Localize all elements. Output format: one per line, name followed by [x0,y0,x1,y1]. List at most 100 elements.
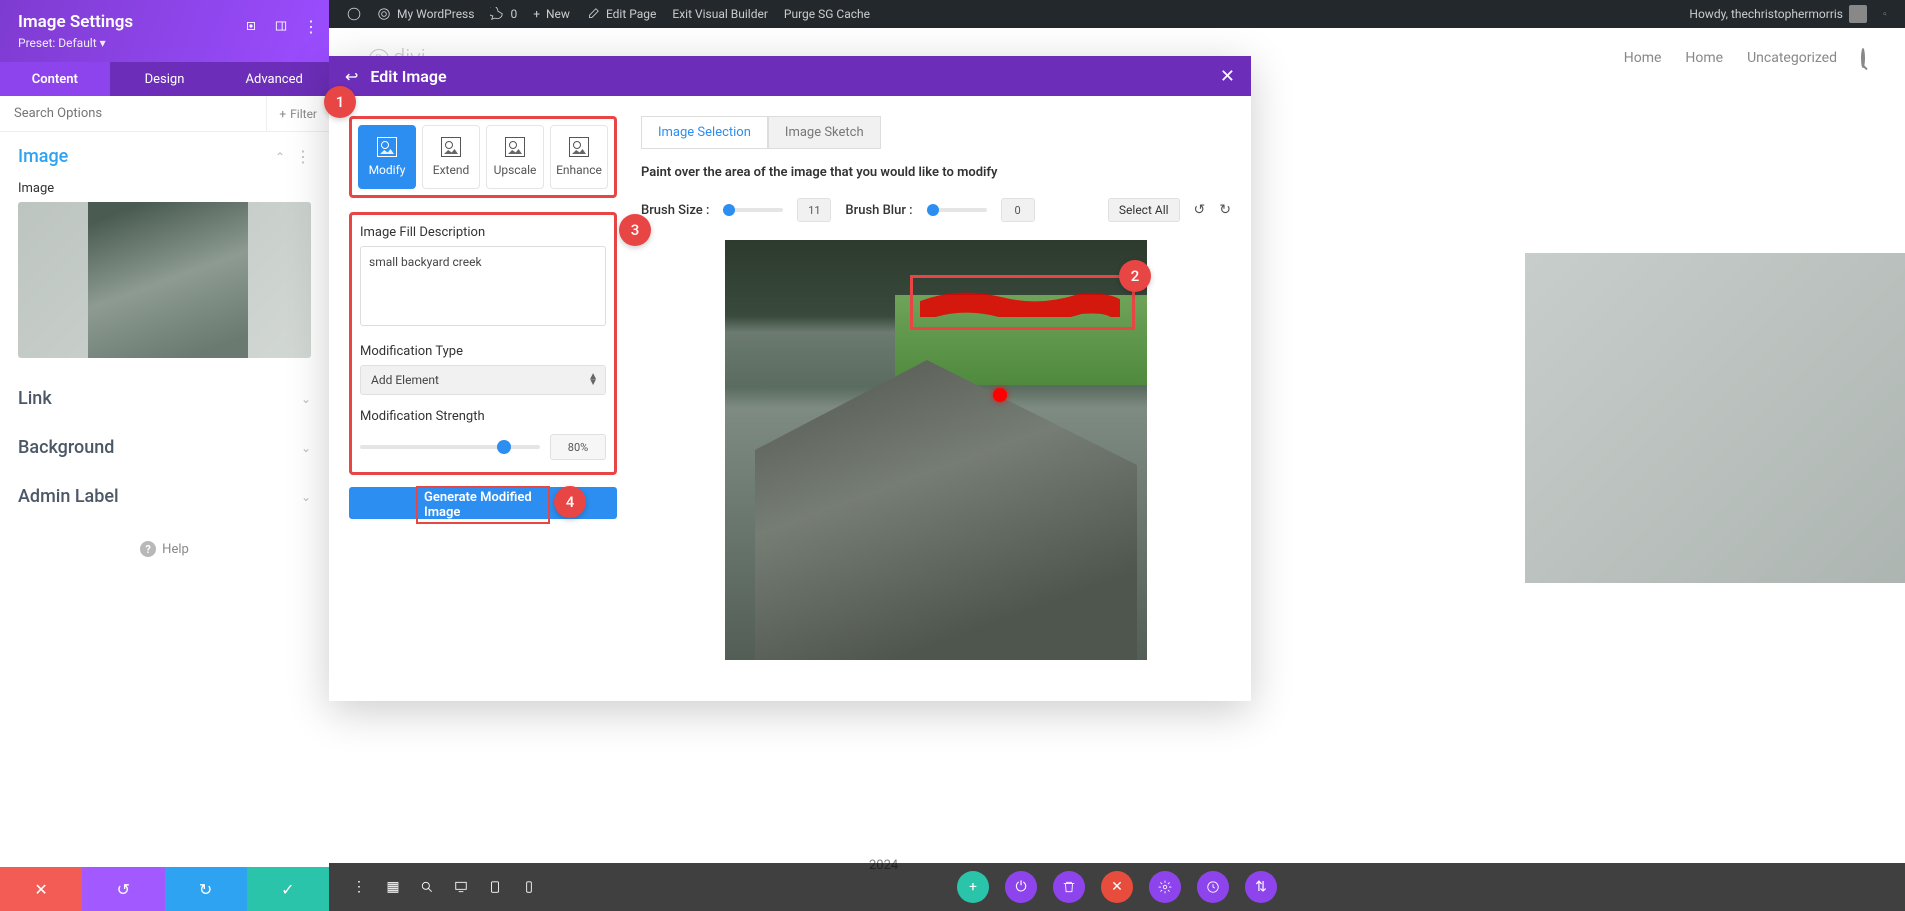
redo-icon[interactable]: ↻ [1219,202,1231,218]
sidebar-preset[interactable]: Preset: Default ▾ [18,36,311,50]
back-icon[interactable]: ↩ [345,67,358,86]
sidebar-footer: ✕ ↺ ↻ ✓ [0,867,329,911]
modal-title: Edit Image [370,67,446,86]
save-button[interactable]: ✓ [247,867,329,911]
exit-builder-label: Exit Visual Builder [672,7,768,21]
tab-advanced[interactable]: Advanced [219,62,329,96]
bb-trash-button[interactable] [1053,871,1085,903]
builder-bottom-bar: ⋮ ▦ + ⏻ ✕ ⇅ [329,863,1905,911]
image-thumbnail[interactable] [18,202,311,358]
brush-size-value: 11 [797,198,831,222]
background-image [1525,253,1905,583]
fill-description-input[interactable]: small backyard creek [360,246,606,326]
upscale-icon [505,137,525,157]
nav-search-icon[interactable] [1861,50,1865,66]
tab-image-selection[interactable]: Image Selection [641,116,768,149]
site-name-label: My WordPress [397,7,474,21]
site-name[interactable]: My WordPress [369,7,482,21]
bb-zoom-icon[interactable] [417,877,437,897]
enhance-icon [569,137,589,157]
callout-2: 2 [1119,260,1151,292]
mode-modify[interactable]: Modify [358,125,416,189]
select-all-button[interactable]: Select All [1108,198,1180,222]
bb-add-button[interactable]: + [957,871,989,903]
tab-content[interactable]: Content [0,62,110,96]
brush-blur-slider[interactable] [927,208,987,212]
edit-image-modal: ↩ Edit Image ✕ Modify Extend Upscale Enh… [329,56,1251,701]
help-link[interactable]: ? Help [0,521,329,577]
bb-grid-icon[interactable]: ▦ [383,877,403,897]
section-background[interactable]: Background ⌄ [0,423,329,472]
section-admin-label-title: Admin Label [18,486,119,507]
filter-button[interactable]: +Filter [266,96,329,131]
strength-value: 80% [550,434,606,460]
fill-description-label: Image Fill Description [360,225,606,240]
tab-design[interactable]: Design [110,62,220,96]
plus-icon: + [533,7,540,21]
sidebar-tabs: Content Design Advanced [0,62,329,96]
brush-blur-value: 0 [1001,198,1035,222]
bb-close-button[interactable]: ✕ [1101,871,1133,903]
mode-upscale[interactable]: Upscale [486,125,544,189]
image-canvas[interactable] [725,240,1147,660]
exit-builder-link[interactable]: Exit Visual Builder [664,7,776,21]
comments-link[interactable]: 0 [482,7,525,21]
brush-size-thumb[interactable] [723,204,735,216]
undo-button[interactable]: ↺ [82,867,164,911]
bb-phone-icon[interactable] [519,877,539,897]
section-image-header[interactable]: Image ⌃⋮ [0,132,329,181]
section-link-title: Link [18,388,52,409]
nav-uncategorized[interactable]: Uncategorized [1747,50,1837,66]
settings-sidebar: Image Settings Preset: Default ▾ ⋮ Conte… [0,0,329,911]
edit-page-link[interactable]: Edit Page [578,7,664,21]
bb-desktop-icon[interactable] [451,877,471,897]
close-icon[interactable]: ✕ [1220,66,1235,87]
fullscreen-icon[interactable] [243,18,259,34]
slider-thumb[interactable] [497,440,511,454]
purge-label: Purge SG Cache [784,7,870,21]
chevron-up-icon: ⌃ [275,150,285,164]
brush-size-label: Brush Size : [641,203,709,218]
mode-modify-label: Modify [369,163,406,177]
mode-enhance[interactable]: Enhance [550,125,608,189]
help-label: Help [162,542,189,557]
bb-history-button[interactable] [1197,871,1229,903]
more-icon[interactable]: ⋮ [303,18,319,34]
bb-power-button[interactable]: ⏻ [1005,871,1037,903]
more-icon[interactable]: ⋮ [295,147,311,166]
callout-1: 1 [324,86,356,118]
modal-right-panel: Image Selection Image Sketch Paint over … [641,116,1231,681]
mode-extend[interactable]: Extend [422,125,480,189]
nav-home-2[interactable]: Home [1685,50,1723,66]
image-field-label: Image [18,181,311,196]
tab-image-sketch[interactable]: Image Sketch [768,116,881,149]
callout-3: 3 [619,214,651,246]
section-admin-label[interactable]: Admin Label ⌄ [0,472,329,521]
howdy-user[interactable]: Howdy, thechristophermorris [1681,5,1875,23]
bb-settings-button[interactable] [1149,871,1181,903]
modification-strength-label: Modification Strength [360,409,606,424]
search-input[interactable] [0,106,266,121]
mode-tabs: Modify Extend Upscale Enhance [349,116,617,198]
modification-type-select[interactable]: Add Element [360,365,606,395]
cancel-button[interactable]: ✕ [0,867,82,911]
bb-more-icon[interactable]: ⋮ [349,877,369,897]
new-link[interactable]: +New [525,7,578,21]
nav-home-1[interactable]: Home [1624,50,1662,66]
comments-count: 0 [510,7,517,21]
section-link[interactable]: Link ⌄ [0,374,329,423]
undo-icon[interactable]: ↺ [1194,202,1206,218]
bb-tablet-icon[interactable] [485,877,505,897]
redo-button[interactable]: ↻ [165,867,247,911]
strength-slider[interactable] [360,445,540,449]
brush-blur-thumb[interactable] [927,204,939,216]
howdy-label: Howdy, thechristophermorris [1689,7,1843,21]
wp-logo[interactable] [339,7,369,21]
bb-sort-button[interactable]: ⇅ [1245,871,1277,903]
wp-search-button[interactable] [1875,4,1895,24]
filter-label: Filter [290,107,317,121]
purge-cache-link[interactable]: Purge SG Cache [776,7,878,21]
brush-size-slider[interactable] [723,208,783,212]
panel-toggle-icon[interactable] [273,18,289,34]
modal-left-panel: Modify Extend Upscale Enhance Image Fill… [349,116,617,681]
